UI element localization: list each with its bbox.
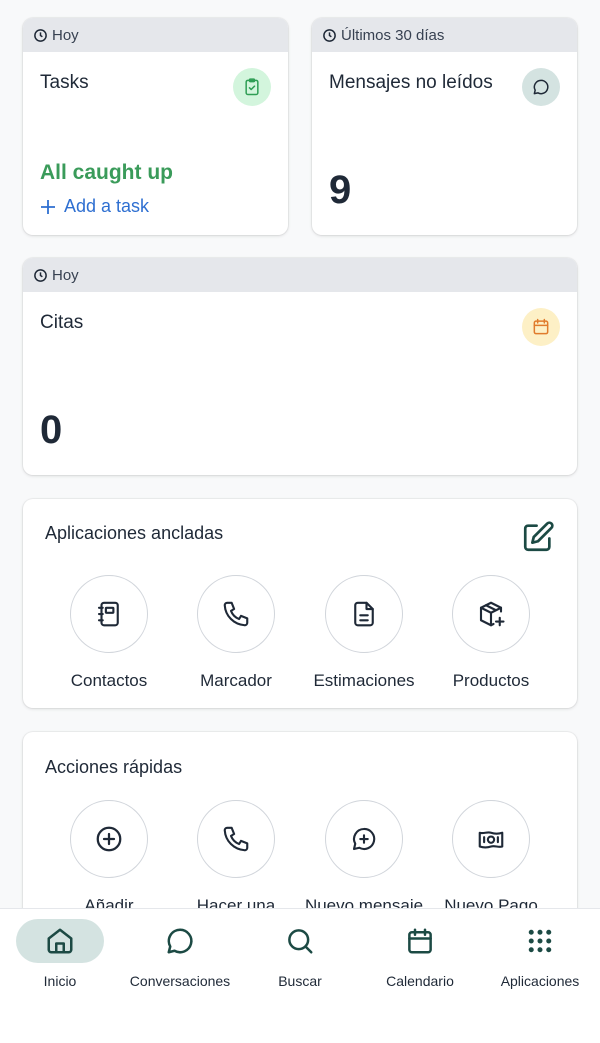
home-icon — [47, 928, 73, 954]
app-circle — [197, 800, 275, 878]
chat-bubble-icon — [167, 928, 193, 954]
card-title: Citas — [40, 312, 84, 333]
document-icon — [354, 601, 374, 627]
add-task-button[interactable]: Add a task — [40, 196, 149, 217]
clock-icon — [34, 28, 47, 42]
nav-item-buscar[interactable]: Buscar — [240, 919, 360, 989]
app-label: Estimaciones — [313, 671, 415, 690]
nav-label: Inicio — [43, 973, 77, 989]
phone-icon — [223, 601, 249, 627]
action-add[interactable]: Añadir — [45, 800, 173, 916]
card-header-label: Últimos 30 días — [341, 26, 445, 44]
section-title: Acciones rápidas — [45, 757, 183, 777]
card-title: Tasks — [40, 72, 89, 93]
clock-icon — [323, 28, 336, 42]
nav-pill — [496, 919, 584, 963]
phone-icon — [223, 826, 249, 852]
calendar-icon — [408, 928, 432, 954]
search-icon — [288, 929, 313, 954]
package-plus-icon — [479, 601, 505, 627]
message-plus-icon — [352, 827, 376, 851]
card-header-label: Hoy — [52, 266, 79, 284]
app-circle — [452, 800, 530, 878]
action-call[interactable]: Hacer una — [172, 800, 300, 916]
add-task-label: Add a task — [64, 196, 150, 216]
chat-bubble-icon — [522, 68, 560, 106]
contacts-book-icon — [97, 601, 119, 627]
card-header-label: Hoy — [52, 26, 79, 44]
card-header: Hoy — [23, 18, 288, 52]
pinned-apps-card: Aplicaciones ancladas Contactos Marcador… — [23, 499, 577, 708]
action-new-payment[interactable]: Nuevo Pago — [427, 800, 555, 916]
nav-item-calendario[interactable]: Calendario — [360, 919, 480, 989]
app-label: Marcador — [200, 671, 272, 690]
nav-label: Calendario — [386, 973, 454, 989]
nav-pill — [16, 919, 104, 963]
card-header: Últimos 30 días — [312, 18, 577, 52]
nav-item-aplicaciones[interactable]: Aplicaciones — [480, 919, 600, 989]
nav-pill — [256, 919, 344, 963]
plus-circle-icon — [96, 826, 122, 852]
app-estimaciones[interactable]: Estimaciones — [300, 575, 428, 691]
appointments-card[interactable]: Hoy Citas 0 — [23, 258, 577, 475]
calendar-icon — [522, 308, 560, 346]
grid-icon — [528, 929, 552, 953]
unread-messages-card[interactable]: Últimos 30 días Mensajes no leídos 9 — [312, 18, 577, 235]
app-marcador[interactable]: Marcador — [172, 575, 300, 691]
app-circle — [452, 575, 530, 653]
nav-label: Aplicaciones — [500, 973, 580, 989]
app-circle — [325, 575, 403, 653]
nav-item-conversaciones[interactable]: Conversaciones — [120, 919, 240, 989]
app-circle — [325, 800, 403, 878]
tasks-status: All caught up — [40, 161, 173, 184]
app-productos[interactable]: Productos — [427, 575, 555, 691]
app-label: Contactos — [70, 671, 148, 690]
app-contactos[interactable]: Contactos — [45, 575, 173, 691]
plus-icon — [41, 199, 55, 214]
app-circle — [197, 575, 275, 653]
section-title: Aplicaciones ancladas — [45, 523, 224, 543]
nav-item-inicio[interactable]: Inicio — [0, 919, 120, 989]
app-label: Productos — [452, 671, 530, 690]
action-new-message[interactable]: Nuevo mensaje — [300, 800, 428, 916]
card-header: Hoy — [23, 258, 577, 292]
edit-icon[interactable] — [521, 520, 555, 554]
appointments-count: 0 — [40, 408, 63, 452]
bottom-navigation: Inicio Conversaciones Buscar Calendario … — [0, 908, 600, 1043]
home-dashboard: Hoy Tasks All caught up Add a task Últim… — [0, 0, 600, 1043]
card-title: Mensajes no leídos — [329, 72, 493, 93]
nav-label: Buscar — [278, 973, 322, 989]
nav-pill — [376, 919, 464, 963]
clipboard-check-icon — [233, 68, 271, 106]
unread-count: 9 — [329, 168, 352, 212]
tasks-card[interactable]: Hoy Tasks All caught up Add a task — [23, 18, 288, 235]
banknote-icon — [478, 831, 504, 849]
app-circle — [70, 800, 148, 878]
nav-pill — [136, 919, 224, 963]
nav-label: Conversaciones — [129, 973, 231, 989]
clock-icon — [34, 268, 47, 282]
app-circle — [70, 575, 148, 653]
